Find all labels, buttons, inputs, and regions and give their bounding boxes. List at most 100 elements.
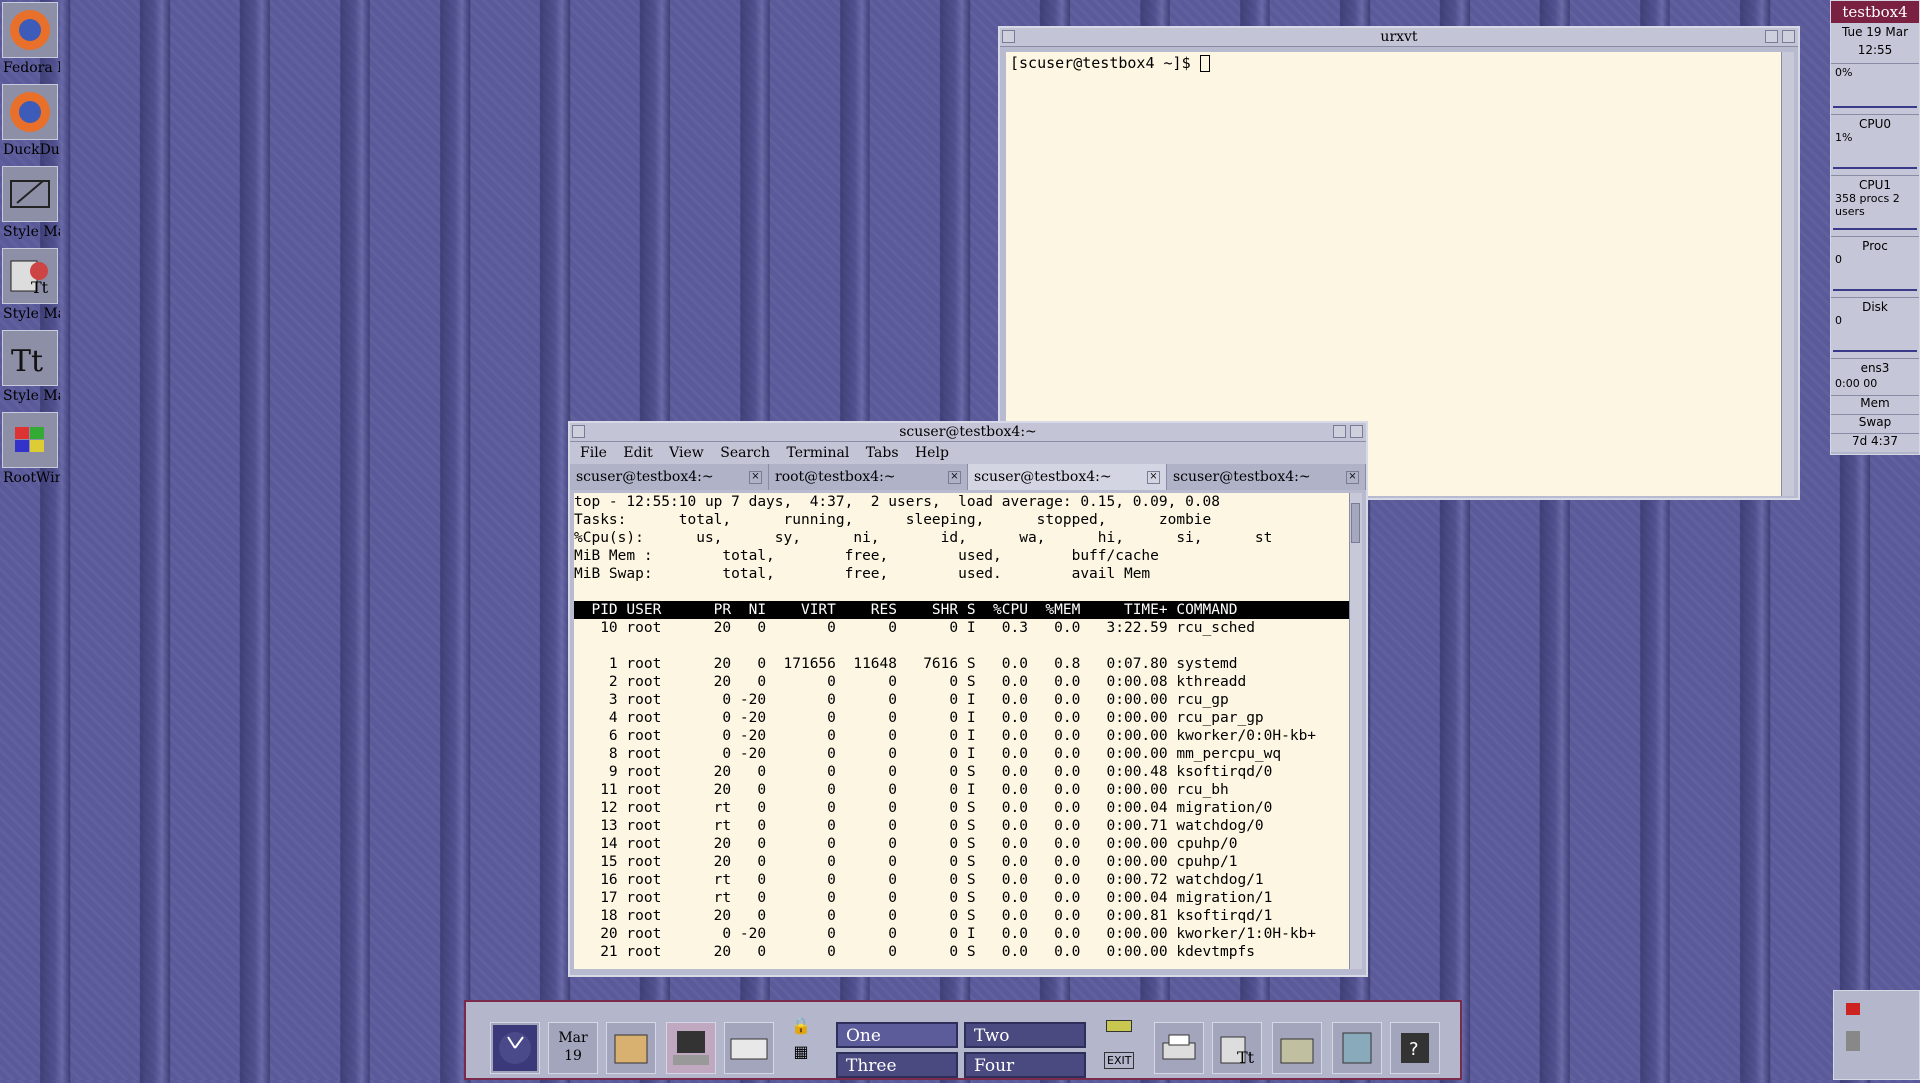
net-label: ens3 <box>1860 361 1890 375</box>
system-monitor: testbox4 Tue 19 Mar 12:55 0% CPU0 1% CPU1… <box>1830 0 1920 455</box>
swap-label: Swap <box>1831 415 1919 434</box>
menu-terminal[interactable]: Terminal <box>786 445 849 461</box>
window-menu-button[interactable] <box>572 425 585 438</box>
process-row: 15 root 20 0 0 0 0 S 0.0 0.0 0:00.00 cpu… <box>574 854 1238 870</box>
help-icon[interactable]: ? <box>1390 1022 1440 1074</box>
clock-icon[interactable] <box>490 1022 540 1074</box>
workspace-three-button[interactable]: Three <box>836 1052 958 1078</box>
tab-label: scuser@testbox4:~ <box>974 469 1112 485</box>
net-row: ens3 0:00 00 <box>1831 359 1919 396</box>
terminal-window[interactable]: scuser@testbox4:~ File Edit View Search … <box>568 421 1368 977</box>
desktop-icon-fedora[interactable]: Fedora B <box>0 0 60 80</box>
tab-4[interactable]: scuser@testbox4:~ × <box>1167 464 1366 490</box>
front-panel: Mar 19 🔒 ▦ One Two Three Four EXIT Tt ? <box>464 1000 1462 1080</box>
close-icon[interactable]: × <box>749 471 762 484</box>
process-row: 3 root 0 -20 0 0 0 I 0.0 0.0 0:00.00 rcu… <box>574 692 1229 708</box>
lock-icon[interactable]: 🔒 <box>786 1016 816 1042</box>
menu-help[interactable]: Help <box>915 445 949 461</box>
window-menu-button[interactable] <box>1002 30 1015 43</box>
hostname: testbox4 <box>1831 1 1919 23</box>
menu-edit[interactable]: Edit <box>623 445 652 461</box>
workspace-four-button[interactable]: Four <box>964 1052 1086 1078</box>
desktop-icon-label: RootWin <box>3 470 60 486</box>
calendar-month: Mar <box>558 1030 588 1046</box>
tab-1[interactable]: scuser@testbox4:~ × <box>570 464 769 490</box>
close-icon[interactable]: × <box>1147 471 1160 484</box>
cpu-total-row: 0% <box>1831 64 1919 115</box>
desktop-icon-duckduckgo[interactable]: DuckDuc <box>0 82 60 162</box>
text-cursor <box>1199 55 1210 72</box>
process-row: 18 root 20 0 0 0 0 S 0.0 0.0 0:00.81 kso… <box>574 908 1273 924</box>
style-manager-icon[interactable]: Tt <box>1212 1022 1262 1074</box>
disk-value: 0 <box>1835 314 1842 327</box>
scrollbar-thumb[interactable] <box>1351 503 1360 543</box>
lock-exit-group: 🔒 ▦ <box>786 1016 816 1072</box>
scrollbar[interactable] <box>1781 52 1794 496</box>
workspace-two-button[interactable]: Two <box>964 1022 1086 1048</box>
process-row: 9 root 20 0 0 0 0 S 0.0 0.0 0:00.48 ksof… <box>574 764 1273 780</box>
tab-3-active[interactable]: scuser@testbox4:~ × <box>968 464 1167 490</box>
minimize-button[interactable] <box>1333 425 1346 438</box>
exit-button[interactable]: EXIT <box>1104 1052 1135 1069</box>
maximize-button[interactable] <box>1350 425 1363 438</box>
menu-tabs[interactable]: Tabs <box>866 445 899 461</box>
maximize-button[interactable] <box>1782 30 1795 43</box>
workspace-one-button[interactable]: One <box>836 1022 958 1048</box>
minimize-button[interactable] <box>1765 30 1778 43</box>
graph-line <box>1833 289 1917 291</box>
terminal-icon[interactable] <box>666 1022 716 1074</box>
desktop-icon-label: Style Ma <box>3 388 60 404</box>
menu-search[interactable]: Search <box>720 445 770 461</box>
window-title: urxvt <box>1380 29 1418 45</box>
graph-line <box>1833 106 1917 108</box>
menu-view[interactable]: View <box>669 445 704 461</box>
help-manual-icon[interactable] <box>1332 1022 1382 1074</box>
style-manager-icon <box>2 166 58 222</box>
workspace-grid-icon[interactable]: ▦ <box>786 1042 816 1068</box>
printer-icon[interactable] <box>1154 1022 1204 1074</box>
graph-line <box>1833 350 1917 352</box>
top-output[interactable]: top - 12:55:10 up 7 days, 4:37, 2 users,… <box>574 493 1350 969</box>
calendar-icon[interactable]: Mar 19 <box>548 1022 598 1074</box>
close-icon[interactable]: × <box>948 471 961 484</box>
desktop-icon-style-manager-3[interactable]: Tt Style Ma <box>0 328 60 408</box>
firefox-icon <box>2 2 58 58</box>
window-titlebar[interactable]: urxvt <box>1000 28 1798 47</box>
desktop-icon-label: DuckDuc <box>3 142 60 158</box>
tab-label: scuser@testbox4:~ <box>576 469 714 485</box>
process-row: 20 root 0 -20 0 0 0 I 0.0 0.0 0:00.00 kw… <box>574 926 1317 942</box>
close-icon[interactable]: × <box>1346 471 1359 484</box>
window-titlebar[interactable]: scuser@testbox4:~ <box>570 423 1366 442</box>
process-row: 17 root rt 0 0 0 0 S 0.0 0.0 0:00.04 mig… <box>574 890 1273 906</box>
firefox-icon <box>2 84 58 140</box>
svg-text:Tt: Tt <box>31 278 49 297</box>
process-row: 16 root rt 0 0 0 0 S 0.0 0.0 0:00.72 wat… <box>574 872 1264 888</box>
tab-label: root@testbox4:~ <box>775 469 896 485</box>
desktop-icon-style-manager-2[interactable]: Tt Style Ma <box>0 246 60 326</box>
tab-2[interactable]: root@testbox4:~ × <box>769 464 968 490</box>
top-mem-line: MiB Mem : total, free, used, buff/cache <box>574 548 1159 564</box>
app-manager-icon[interactable] <box>1272 1022 1322 1074</box>
proc-row: Proc 0 <box>1831 237 1919 298</box>
cpu0-value: 1% <box>1835 131 1853 144</box>
mem-label: Mem <box>1831 396 1919 415</box>
file-manager-icon[interactable] <box>606 1022 656 1074</box>
window-title: scuser@testbox4:~ <box>899 424 1037 440</box>
process-row: 12 root rt 0 0 0 0 S 0.0 0.0 0:00.04 mig… <box>574 800 1273 816</box>
top-cpu-line: %Cpu(s): us, sy, ni, id, wa, hi, si, st <box>574 530 1273 546</box>
top-swap-line: MiB Swap: total, free, used. avail Mem <box>574 566 1151 582</box>
menu-file[interactable]: File <box>580 445 607 461</box>
desktop-icon-rootwin[interactable]: RootWin <box>0 410 60 490</box>
uptime-label: 7d 4:37 <box>1831 434 1919 452</box>
tab-bar: scuser@testbox4:~ × root@testbox4:~ × scus… <box>570 464 1366 490</box>
busy-light-icon <box>1106 1020 1132 1032</box>
scrollbar[interactable] <box>1349 493 1362 969</box>
cpu-total-value: 0% <box>1835 66 1853 79</box>
mail-icon[interactable] <box>724 1022 774 1074</box>
proc-value: 0 <box>1835 253 1842 266</box>
process-row: 1 root 20 0 171656 11648 7616 S 0.0 0.8 … <box>574 656 1238 672</box>
desktop-icon-style-manager-1[interactable]: Style Ma <box>0 164 60 244</box>
root-window-icon <box>2 412 58 468</box>
trash-icon[interactable] <box>1833 990 1920 1080</box>
